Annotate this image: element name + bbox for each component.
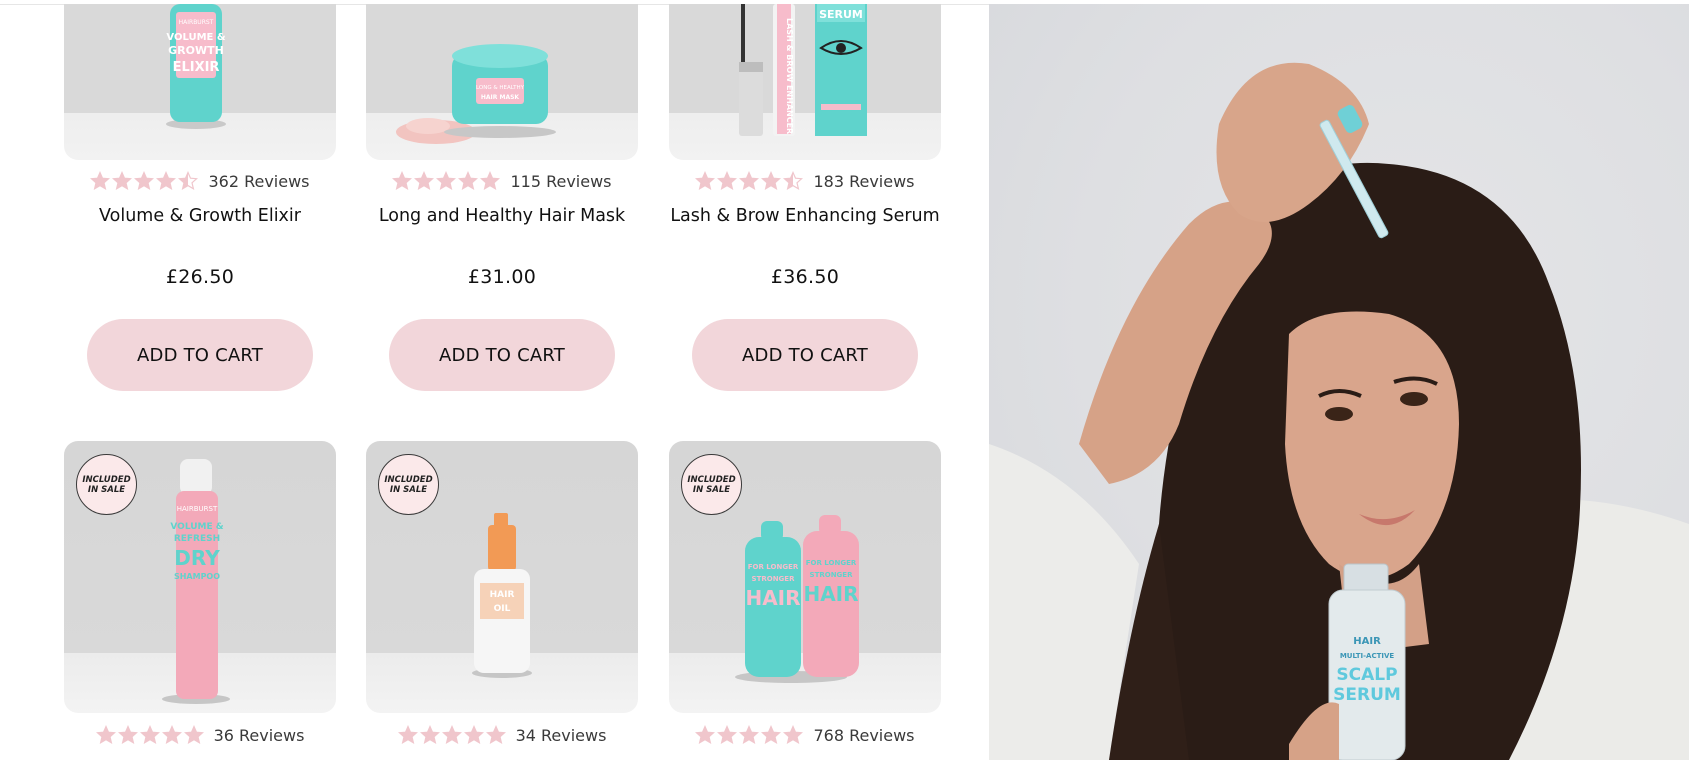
badge-line: INCLUDED <box>687 474 736 485</box>
star-icon <box>397 725 418 745</box>
badge-line: IN SALE <box>692 484 731 495</box>
label-text: ELIXIR <box>173 60 220 75</box>
add-to-cart-button[interactable]: ADD TO CART <box>389 319 615 391</box>
product-name[interactable]: Lash & Brow Enhancing Serum <box>659 206 951 226</box>
label-text: OIL <box>494 604 511 614</box>
review-count[interactable]: 34 Reviews <box>516 726 607 745</box>
product-name[interactable]: Long and Healthy Hair Mask <box>356 206 648 226</box>
star-icon <box>761 725 782 745</box>
brand-text: HAIRBURST <box>177 505 218 513</box>
star-icon <box>112 171 133 191</box>
star-icon <box>117 725 138 745</box>
brand-text: HAIRBURST <box>179 19 214 26</box>
star-icon <box>480 171 501 191</box>
star-icon <box>739 725 760 745</box>
star-icon <box>695 725 716 745</box>
product-image[interactable]: LASH & BROW ENHANCER SERUM <box>669 4 941 160</box>
star-icon <box>463 725 484 745</box>
label-text: REFRESH <box>174 534 220 544</box>
rating-stars: 183 Reviews <box>669 171 941 191</box>
label-text: HAIR MASK <box>481 94 520 101</box>
badge-line: INCLUDED <box>82 474 131 485</box>
label-text: HAIR <box>1353 636 1381 647</box>
label-text: MULTI-ACTIVE <box>1340 652 1395 660</box>
star-icon <box>183 725 204 745</box>
review-count[interactable]: 362 Reviews <box>208 172 309 191</box>
product-image[interactable]: HAIR OIL INCLUDED IN SALE <box>366 441 638 713</box>
review-count[interactable]: 115 Reviews <box>510 172 611 191</box>
rating-stars: 768 Reviews <box>669 725 941 745</box>
star-icon <box>485 725 506 745</box>
star-icon <box>458 171 479 191</box>
product-image[interactable]: LONG & HEALTHY HAIR MASK <box>366 4 638 160</box>
product-image[interactable]: HAIRBURST VOLUME & GROWTH ELIXIR <box>64 4 336 160</box>
label-text: FOR LONGER <box>748 563 799 571</box>
star-icon <box>739 171 760 191</box>
hair-mask-jar-image: LONG & HEALTHY HAIR MASK <box>396 44 556 144</box>
label-text: VOLUME & <box>170 522 223 532</box>
label-text: HAIR <box>803 582 858 606</box>
product-grid: HAIRBURST VOLUME & GROWTH ELIXIR 362 Rev… <box>0 0 989 760</box>
star-icon <box>717 725 738 745</box>
label-text: SERUM <box>819 8 863 21</box>
included-in-sale-badge: INCLUDED IN SALE <box>681 454 742 515</box>
model-with-scalp-serum-illustration: HAIR MULTI-ACTIVE SCALP SERUM <box>989 62 1689 760</box>
rating-stars: 36 Reviews <box>64 725 336 745</box>
label-text: SHAMPOO <box>174 572 220 581</box>
star-icon <box>441 725 462 745</box>
star-icon <box>717 171 738 191</box>
label-text: SERUM <box>1333 685 1401 705</box>
rating-stars: 34 Reviews <box>366 725 638 745</box>
badge-line: INCLUDED <box>384 474 433 485</box>
star-icon <box>436 171 457 191</box>
star-icon <box>95 725 116 745</box>
lash-serum-image: LASH & BROW ENHANCER SERUM <box>739 4 867 136</box>
rating-stars: 115 Reviews <box>366 171 638 191</box>
product-price: £31.00 <box>467 266 537 288</box>
label-text: FOR LONGER <box>806 559 857 567</box>
badge-line: IN SALE <box>87 484 126 495</box>
label-text: VOLUME & <box>166 32 225 43</box>
review-count[interactable]: 768 Reviews <box>813 726 914 745</box>
label-text: STRONGER <box>752 575 796 583</box>
label-text: STRONGER <box>810 571 854 579</box>
star-icon <box>761 171 782 191</box>
add-to-cart-button[interactable]: ADD TO CART <box>87 319 313 391</box>
star-icon <box>90 171 111 191</box>
label-text: SCALP <box>1336 665 1397 685</box>
label-text: HAIR <box>490 590 515 600</box>
badge-line: IN SALE <box>389 484 428 495</box>
included-in-sale-badge: INCLUDED IN SALE <box>76 454 137 515</box>
star-icon <box>392 171 413 191</box>
star-icon <box>139 725 160 745</box>
star-icon <box>695 171 716 191</box>
star-icon <box>156 171 177 191</box>
rating-stars: 362 Reviews <box>64 171 336 191</box>
review-count[interactable]: 183 Reviews <box>813 172 914 191</box>
elixir-bottle-image: HAIRBURST VOLUME & GROWTH ELIXIR <box>166 4 226 129</box>
star-icon <box>134 171 155 191</box>
star-icon <box>161 725 182 745</box>
label-text: GROWTH <box>168 44 224 57</box>
star-icon <box>414 171 435 191</box>
star-icon <box>419 725 440 745</box>
label-text: LONG & HEALTHY <box>476 85 525 91</box>
label-text: HAIR <box>745 586 800 610</box>
add-to-cart-button[interactable]: ADD TO CART <box>692 319 918 391</box>
product-image[interactable]: FOR LONGER STRONGER HAIR FOR LONGER STRO… <box>669 441 941 713</box>
star-icon <box>783 171 804 191</box>
product-name[interactable]: Volume & Growth Elixir <box>54 206 346 226</box>
star-icon <box>783 725 804 745</box>
star-icon <box>178 171 199 191</box>
review-count[interactable]: 36 Reviews <box>214 726 305 745</box>
hero-model-image: HAIR MULTI-ACTIVE SCALP SERUM <box>989 4 1689 760</box>
product-price: £26.50 <box>165 266 235 288</box>
label-text: LASH & BROW ENHANCER <box>785 18 794 134</box>
label-text: DRY <box>174 546 220 570</box>
product-image[interactable]: HAIRBURST VOLUME & REFRESH DRY SHAMPOO I… <box>64 441 336 713</box>
product-price: £36.50 <box>770 266 840 288</box>
included-in-sale-badge: INCLUDED IN SALE <box>378 454 439 515</box>
